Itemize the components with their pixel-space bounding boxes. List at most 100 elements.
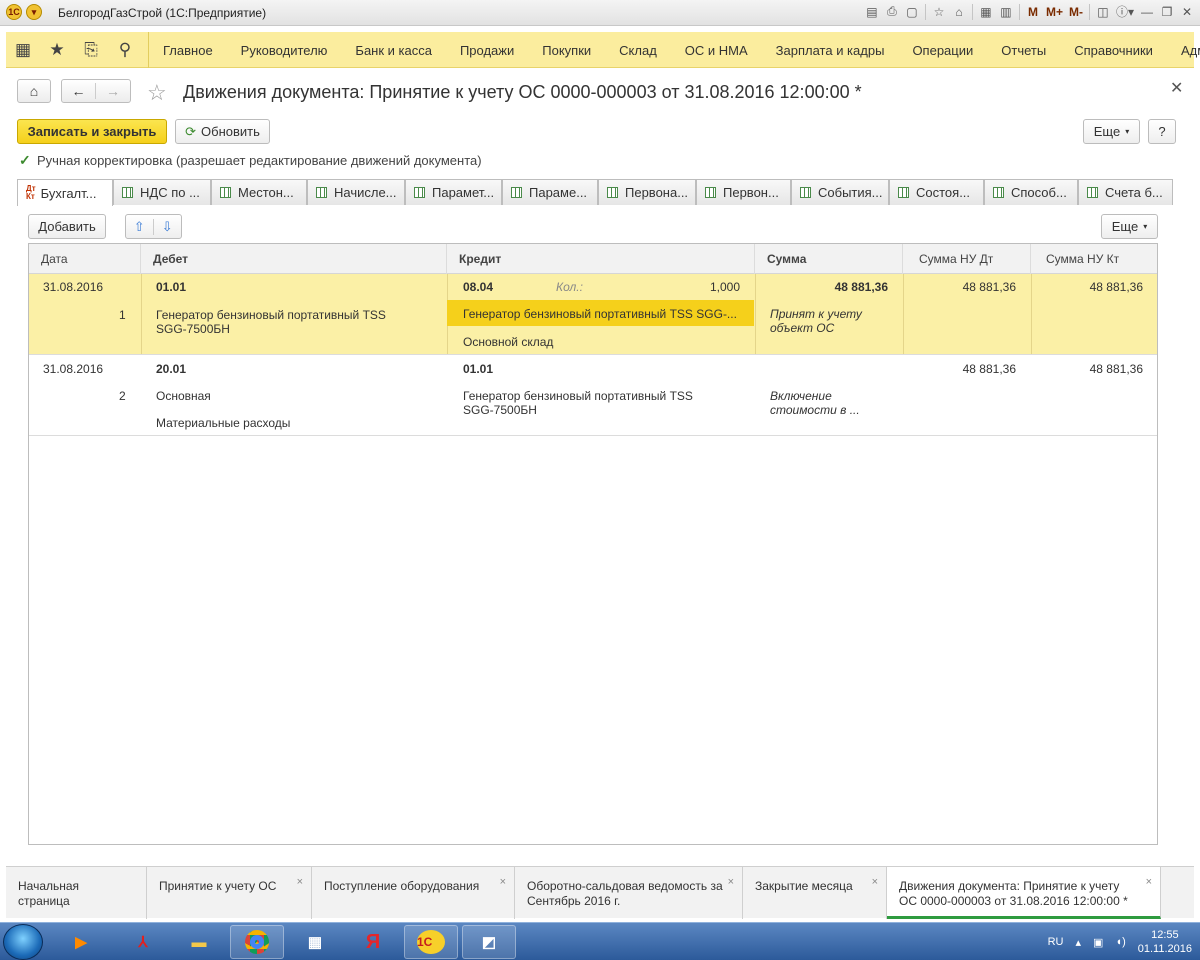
tab-parameters-2[interactable]: Параме... [502,179,598,205]
section-directories[interactable]: Справочники [1060,43,1167,58]
tab-parameters-1[interactable]: Парамет... [405,179,502,205]
explorer-folder-icon[interactable]: ▬ [172,925,226,959]
tab-states[interactable]: Состоя... [889,179,984,205]
info-icon[interactable]: ⓘ▾ [1116,3,1134,20]
clock[interactable]: 12:55 01.11.2016 [1138,928,1192,956]
close-tab-icon[interactable]: × [1146,875,1152,890]
tab-events[interactable]: События... [791,179,889,205]
checkbox-checked-icon[interactable]: ✓ [19,153,32,167]
section-operations[interactable]: Операции [898,43,987,58]
acrobat-icon[interactable]: ⅄ [116,925,170,959]
restore-icon[interactable]: ❐ [1160,5,1174,19]
credit-account[interactable]: 01.01 [463,362,493,376]
add-row-button[interactable]: Добавить [28,214,106,239]
favorites-add-icon[interactable]: ☆ [932,5,946,19]
section-bank[interactable]: Банк и касса [341,43,446,58]
credit-subconto-1[interactable]: Генератор бензиновый портативный TSS SGG… [463,307,737,321]
close-tab-icon[interactable]: × [500,875,506,890]
window-tab-month-close[interactable]: Закрытие месяца × [743,867,887,919]
tab-initial-2[interactable]: Первон... [696,179,791,205]
window-tab-movements[interactable]: Движения документа: Принятие к учету ОС … [887,867,1161,919]
save-and-close-button[interactable]: Записать и закрыть [17,119,167,144]
tab-vat[interactable]: НДС по ... [113,179,211,205]
refresh-button[interactable]: ⟳ Обновить [175,119,270,144]
search-icon[interactable]: ⚲ [108,40,142,60]
help-button[interactable]: ? [1148,119,1176,144]
chrome-icon[interactable] [230,925,284,959]
section-management[interactable]: Руководителю [227,43,342,58]
section-warehouse[interactable]: Склад [605,43,671,58]
history-clock-icon[interactable]: ⎘ [74,40,108,60]
column-sum-nu-kt[interactable]: Сумма НУ Кт [1031,244,1157,274]
movements-table[interactable]: Дата Дебет Кредит Сумма Сумма НУ Дт Сумм… [28,243,1158,845]
preview-icon[interactable]: ▢ [905,5,919,19]
column-debit[interactable]: Дебет [141,244,447,274]
row-content[interactable]: Включение стоимости в ... [770,389,880,417]
window-tab-accept-os[interactable]: Принятие к учету ОС × [147,867,312,919]
column-sum-nu-dt[interactable]: Сумма НУ Дт [903,244,1031,274]
print-icon[interactable]: ⎙ [885,4,899,19]
tab-accrual[interactable]: Начисле... [307,179,405,205]
section-sales[interactable]: Продажи [446,43,528,58]
forward-arrow-icon[interactable]: → [96,83,130,99]
tab-accounting[interactable]: Дт Кт Бухгалт... [17,179,113,206]
memory-button[interactable]: M [1026,5,1040,19]
tab-location[interactable]: Местон... [211,179,307,205]
document-viewer-icon[interactable]: ▦ [288,925,342,959]
more-button[interactable]: Еще ▾ [1083,119,1140,144]
move-up-icon[interactable]: ⇧ [126,218,154,235]
tab-accounts[interactable]: Счета б... [1078,179,1173,205]
column-date[interactable]: Дата [29,244,141,274]
section-admin[interactable]: Адми [1167,43,1200,58]
debit-subconto-1[interactable]: Основная [156,389,211,403]
section-payroll[interactable]: Зарплата и кадры [762,43,899,58]
row-sum-nu-kt[interactable]: 48 881,36 [1037,362,1143,376]
calendar-icon[interactable]: ▦ [979,5,993,19]
manual-correction-row[interactable]: ✓ Ручная корректировка (разрешает редакт… [19,153,482,168]
yandex-browser-icon[interactable]: Я [346,925,400,959]
back-arrow-icon[interactable]: ← [62,83,96,99]
onec-app-icon[interactable]: 1С [404,925,458,959]
favorite-star-icon[interactable]: ☆ [147,80,167,106]
debit-subconto-1[interactable]: Генератор бензиновый портативный TSS SGG… [156,308,396,336]
section-main[interactable]: Главное [149,43,227,58]
section-reports[interactable]: Отчеты [987,43,1060,58]
close-tab-icon[interactable]: × [872,875,878,890]
debit-account[interactable]: 01.01 [156,280,186,294]
section-assets[interactable]: ОС и НМА [671,43,762,58]
home-button[interactable]: ⌂ [17,79,51,103]
debit-subconto-2[interactable]: Материальные расходы [156,416,290,430]
window-tab-turnover-balance[interactable]: Оборотно-сальдовая ведомость за Сентябрь… [515,867,743,919]
save-icon[interactable]: ▤ [865,5,879,19]
notepad-icon[interactable]: ◩ [462,925,516,959]
debit-account[interactable]: 20.01 [156,362,186,376]
window-tab-equipment-receipt[interactable]: Поступление оборудования × [312,867,515,919]
credit-subconto-1[interactable]: Генератор бензиновый портативный TSS SGG… [463,389,703,417]
network-icon[interactable]: ▣ [1093,936,1103,949]
minimize-icon[interactable]: — [1140,5,1154,19]
memory-minus-button[interactable]: M- [1069,5,1083,19]
row-sum[interactable]: 48 881,36 [769,280,888,294]
window-tab-home[interactable]: Начальная страница [6,867,147,919]
calculator-icon[interactable]: ▥ [999,5,1013,19]
close-form-icon[interactable]: ✕ [1170,78,1183,98]
tab-methods[interactable]: Способ... [984,179,1078,205]
tray-expand-icon[interactable]: ▴ [1076,936,1082,949]
quantity-value[interactable]: 1,000 [669,280,740,294]
main-menu-icon[interactable]: ▾ [26,4,42,20]
section-purchases[interactable]: Покупки [528,43,605,58]
close-window-icon[interactable]: ✕ [1180,5,1194,19]
panel-layout-icon[interactable]: ◫ [1096,5,1110,19]
column-sum[interactable]: Сумма [755,244,903,274]
back-forward-buttons[interactable]: ← → [61,79,131,103]
volume-icon[interactable]: ◖) [1115,936,1125,948]
column-credit[interactable]: Кредит [447,244,755,274]
media-player-icon[interactable]: ▶ [54,925,108,959]
credit-account[interactable]: 08.04 [463,280,493,294]
credit-subconto-2[interactable]: Основной склад [463,335,553,349]
row-sum-nu-dt[interactable]: 48 881,36 [909,362,1016,376]
language-indicator[interactable]: RU [1048,936,1064,948]
move-down-icon[interactable]: ⇩ [154,219,181,235]
table-more-button[interactable]: Еще ▾ [1101,214,1158,239]
start-button[interactable] [3,924,43,960]
